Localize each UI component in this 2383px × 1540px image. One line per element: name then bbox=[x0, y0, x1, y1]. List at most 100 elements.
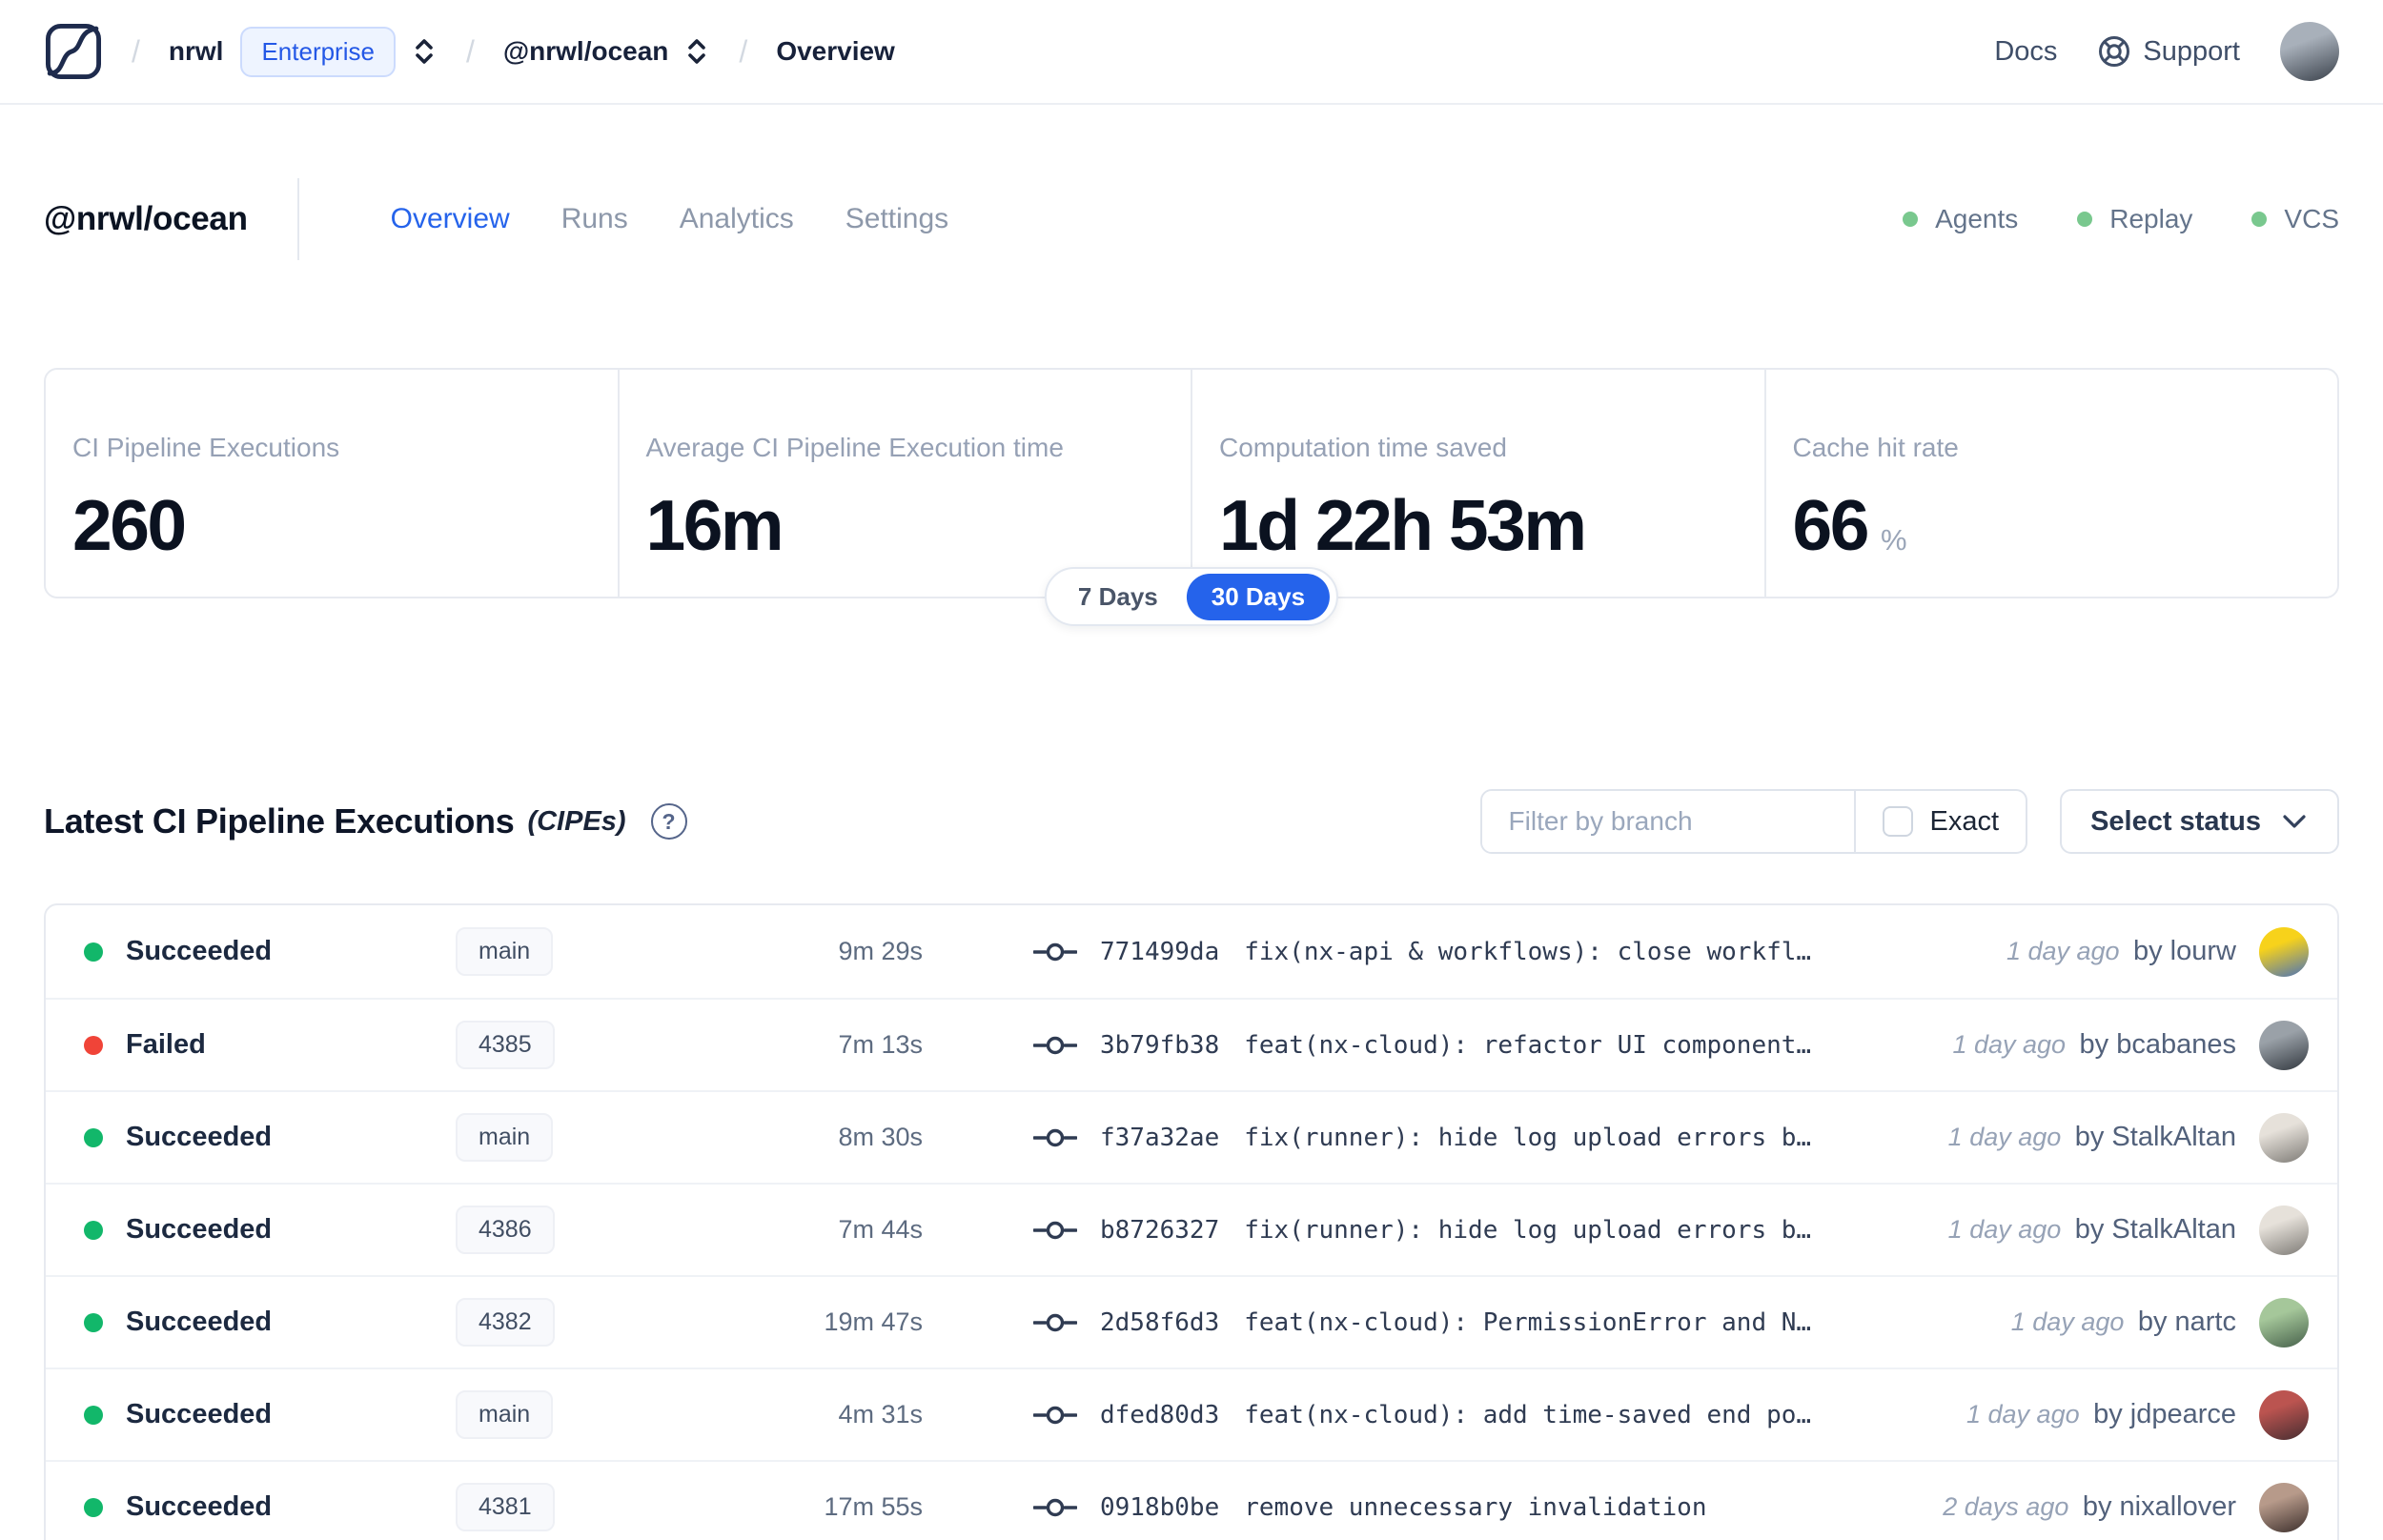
exact-checkbox[interactable] bbox=[1882, 806, 1913, 837]
branch-badge[interactable]: main bbox=[456, 1113, 554, 1162]
docs-link[interactable]: Docs bbox=[1994, 36, 2057, 68]
branch-badge[interactable]: 4382 bbox=[456, 1298, 555, 1347]
org-switcher-icon[interactable] bbox=[411, 36, 438, 67]
exact-match-toggle[interactable]: Exact bbox=[1853, 791, 2027, 852]
stat-value: 66 bbox=[1792, 485, 1870, 565]
branch-badge[interactable]: main bbox=[456, 927, 554, 976]
cipe-row[interactable]: Succeeded 4386 7m 44s b8726327 fix(runne… bbox=[46, 1183, 2337, 1275]
time-ago: 1 day ago bbox=[1947, 1215, 2062, 1244]
cipe-row[interactable]: Succeeded main 9m 29s 771499da fix(nx-ap… bbox=[46, 905, 2337, 998]
status-label: Succeeded bbox=[126, 1214, 273, 1245]
avatar bbox=[2259, 1205, 2309, 1255]
time-ago: 1 day ago bbox=[1952, 1030, 2067, 1059]
page-title: @nrwl/ocean bbox=[44, 200, 248, 237]
duration: 19m 47s bbox=[824, 1307, 923, 1336]
range-30-days[interactable]: 30 Days bbox=[1186, 573, 1331, 620]
status-dot bbox=[84, 1497, 103, 1517]
range-7-days[interactable]: 7 Days bbox=[1053, 574, 1183, 620]
git-commit-icon bbox=[1033, 1309, 1077, 1336]
commit-hash[interactable]: dfed80d3 bbox=[1100, 1401, 1219, 1429]
branch-badge[interactable]: main bbox=[456, 1390, 554, 1439]
support-link[interactable]: Support bbox=[2097, 34, 2240, 69]
cipe-row[interactable]: Failed 4385 7m 13s 3b79fb38 feat(nx-clou… bbox=[46, 998, 2337, 1090]
commit-hash[interactable]: f37a32ae bbox=[1100, 1124, 1219, 1152]
stat-cache-hit-rate: Cache hit rate 66 % bbox=[1763, 370, 2338, 597]
cipe-row[interactable]: Succeeded main 8m 30s f37a32ae fix(runne… bbox=[46, 1090, 2337, 1183]
workspace-switcher-icon[interactable] bbox=[683, 36, 710, 67]
workspace-header: @nrwl/ocean Overview Runs Analytics Sett… bbox=[0, 173, 2383, 265]
status-label: Failed bbox=[126, 1029, 206, 1060]
cipe-row[interactable]: Succeeded 4382 19m 47s 2d58f6d3 feat(nx-… bbox=[46, 1275, 2337, 1368]
branch-badge[interactable]: 4381 bbox=[456, 1483, 555, 1531]
stat-label: Cache hit rate bbox=[1792, 433, 1959, 462]
commit-hash[interactable]: 2d58f6d3 bbox=[1100, 1308, 1219, 1337]
time-ago: 1 day ago bbox=[2010, 1307, 2125, 1336]
commit-message: remove unnecessary invalidation bbox=[1244, 1492, 1707, 1522]
cipe-row[interactable]: Succeeded 4381 17m 55s 0918b0be remove u… bbox=[46, 1460, 2337, 1540]
status-dot bbox=[84, 1035, 103, 1055]
breadcrumb-separator: / bbox=[739, 33, 748, 69]
author: by StalkAltan bbox=[2074, 1214, 2236, 1245]
cipe-rows: Succeeded main 9m 29s 771499da fix(nx-ap… bbox=[46, 905, 2337, 1540]
nx-cloud-logo-icon[interactable] bbox=[44, 22, 103, 81]
stat-ci-pipeline-executions: CI Pipeline Executions 260 bbox=[46, 370, 618, 597]
cipe-row[interactable]: Succeeded main 4m 31s dfed80d3 feat(nx-c… bbox=[46, 1368, 2337, 1460]
breadcrumb-workspace[interactable]: @nrwl/ocean bbox=[503, 36, 669, 67]
stat-computation-time-saved: Computation time saved 1d 22h 53m bbox=[1191, 370, 1764, 597]
commit-message: feat(nx-cloud): PermissionError and N… bbox=[1244, 1307, 1812, 1337]
author: by nartc bbox=[2137, 1307, 2236, 1337]
tab-analytics[interactable]: Analytics bbox=[680, 203, 794, 235]
integration-label: Replay bbox=[2109, 204, 2193, 233]
duration: 9m 29s bbox=[838, 937, 923, 965]
status-dot bbox=[84, 1405, 103, 1425]
breadcrumb-org[interactable]: nrwl bbox=[169, 36, 224, 67]
breadcrumb-page: Overview bbox=[776, 36, 895, 66]
workspace-tabs: Overview Runs Analytics Settings bbox=[391, 203, 949, 235]
duration: 4m 31s bbox=[838, 1400, 923, 1429]
integration-replay[interactable]: Replay bbox=[2077, 204, 2192, 234]
stat-suffix: % bbox=[1880, 523, 1907, 557]
tab-settings[interactable]: Settings bbox=[845, 203, 948, 235]
branch-filter-input[interactable] bbox=[1481, 791, 1854, 852]
divider bbox=[296, 178, 299, 260]
integration-agents[interactable]: Agents bbox=[1903, 204, 2018, 234]
enterprise-badge: Enterprise bbox=[240, 26, 396, 77]
status-dot-green bbox=[1903, 212, 1919, 227]
user-avatar[interactable] bbox=[2280, 22, 2339, 81]
avatar bbox=[2259, 1482, 2309, 1532]
tab-runs[interactable]: Runs bbox=[561, 203, 628, 235]
branch-badge[interactable]: 4386 bbox=[456, 1206, 555, 1254]
status-select[interactable]: Select status bbox=[2060, 789, 2339, 854]
stat-value: 1d 22h 53m bbox=[1219, 485, 1587, 565]
branch-badge[interactable]: 4385 bbox=[456, 1021, 555, 1069]
tab-overview[interactable]: Overview bbox=[391, 203, 510, 235]
time-ago: 1 day ago bbox=[1947, 1123, 2062, 1151]
cipes-section-header: Latest CI Pipeline Executions (CIPEs) ? … bbox=[0, 785, 2383, 858]
git-commit-icon bbox=[1033, 1494, 1077, 1521]
cipe-table: Succeeded main 9m 29s 771499da fix(nx-ap… bbox=[44, 903, 2339, 1540]
commit-message: feat(nx-cloud): add time-saved end po… bbox=[1244, 1400, 1812, 1429]
author: by bcabanes bbox=[2079, 1029, 2236, 1060]
stats-card: CI Pipeline Executions 260 Average CI Pi… bbox=[44, 368, 2339, 626]
commit-hash[interactable]: 0918b0be bbox=[1100, 1493, 1219, 1522]
commit-hash[interactable]: b8726327 bbox=[1100, 1216, 1219, 1245]
time-ago: 1 day ago bbox=[1966, 1400, 2080, 1429]
stat-value: 16m bbox=[645, 485, 784, 565]
commit-message: fix(runner): hide log upload errors b… bbox=[1244, 1215, 1812, 1245]
status-label: Succeeded bbox=[126, 936, 273, 966]
status-label: Succeeded bbox=[126, 1491, 273, 1522]
author: by nixallover bbox=[2082, 1491, 2236, 1522]
integration-vcs[interactable]: VCS bbox=[2251, 204, 2339, 234]
integration-label: VCS bbox=[2284, 204, 2339, 233]
status-label: Succeeded bbox=[126, 1399, 273, 1429]
time-ago: 2 days ago bbox=[1943, 1492, 2069, 1521]
commit-hash[interactable]: 3b79fb38 bbox=[1100, 1031, 1219, 1060]
stat-label: Computation time saved bbox=[1219, 433, 1507, 462]
git-commit-icon bbox=[1033, 1402, 1077, 1429]
duration: 7m 44s bbox=[838, 1215, 923, 1244]
commit-hash[interactable]: 771499da bbox=[1100, 938, 1219, 966]
commit-message: fix(nx-api & workflows): close workfl… bbox=[1244, 937, 1812, 966]
author: by StalkAltan bbox=[2074, 1122, 2236, 1152]
help-icon[interactable]: ? bbox=[650, 803, 687, 840]
duration: 7m 13s bbox=[838, 1030, 923, 1059]
